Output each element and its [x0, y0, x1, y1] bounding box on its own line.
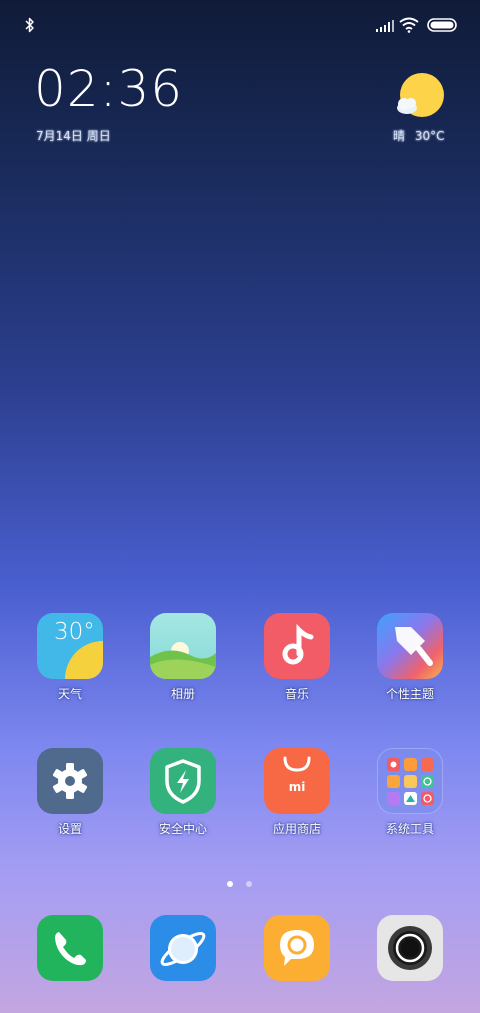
store-icon-text: mi [288, 780, 306, 794]
app-themes[interactable]: 个性主题 [360, 613, 460, 702]
browser-icon [150, 915, 216, 981]
gallery-icon [150, 613, 216, 679]
wifi-icon [399, 17, 419, 33]
camera-icon [377, 915, 443, 981]
app-label: 系统工具 [385, 822, 434, 836]
phone-icon [37, 915, 103, 981]
weather-condition: 晴 [393, 129, 406, 143]
page-indicator[interactable] [227, 872, 260, 891]
messages-icon [264, 915, 330, 981]
page-dot[interactable] [246, 881, 253, 887]
app-label: 天气 [57, 687, 82, 701]
app-gallery[interactable]: 相册 [133, 613, 233, 702]
weather-summary: 晴 30°C [393, 127, 445, 144]
weather-temperature: 30°C [414, 129, 445, 143]
dock-browser[interactable] [133, 915, 233, 981]
battery-icon [427, 18, 457, 32]
dock-messages[interactable] [247, 915, 347, 981]
app-label: 设置 [57, 822, 82, 836]
app-music[interactable]: 音乐 [247, 613, 347, 702]
weather-icon: 30° [37, 613, 103, 679]
app-weather[interactable]: 30° 天气 [20, 613, 120, 702]
sun-cloud-icon[interactable] [392, 70, 448, 126]
bluetooth-icon [25, 17, 34, 33]
app-label: 安全中心 [158, 822, 207, 836]
gear-icon [37, 748, 103, 814]
dock-camera[interactable] [360, 915, 460, 981]
app-settings[interactable]: 设置 [20, 748, 120, 837]
page-dot-active[interactable] [227, 881, 233, 887]
music-icon [264, 613, 330, 679]
store-bag-icon: mi [264, 748, 330, 814]
app-label: 应用商店 [272, 822, 321, 836]
app-label: 相册 [170, 687, 195, 701]
app-store[interactable]: mi 应用商店 [247, 748, 347, 837]
clock-date: 7月14日 周日 [36, 129, 111, 143]
app-label: 音乐 [284, 687, 309, 701]
app-security[interactable]: 安全中心 [133, 748, 233, 837]
folder-icon [377, 748, 443, 814]
weather-icon-temp: 30° [54, 619, 95, 645]
shield-icon [150, 748, 216, 814]
clock-time[interactable]: 02:36 [34, 60, 183, 118]
dock-phone[interactable] [20, 915, 120, 981]
folder-system-tools[interactable]: 系统工具 [360, 748, 460, 837]
app-label: 个性主题 [385, 687, 434, 701]
status-bar [0, 0, 480, 52]
signal-icon [376, 20, 394, 32]
themes-icon [377, 613, 443, 679]
